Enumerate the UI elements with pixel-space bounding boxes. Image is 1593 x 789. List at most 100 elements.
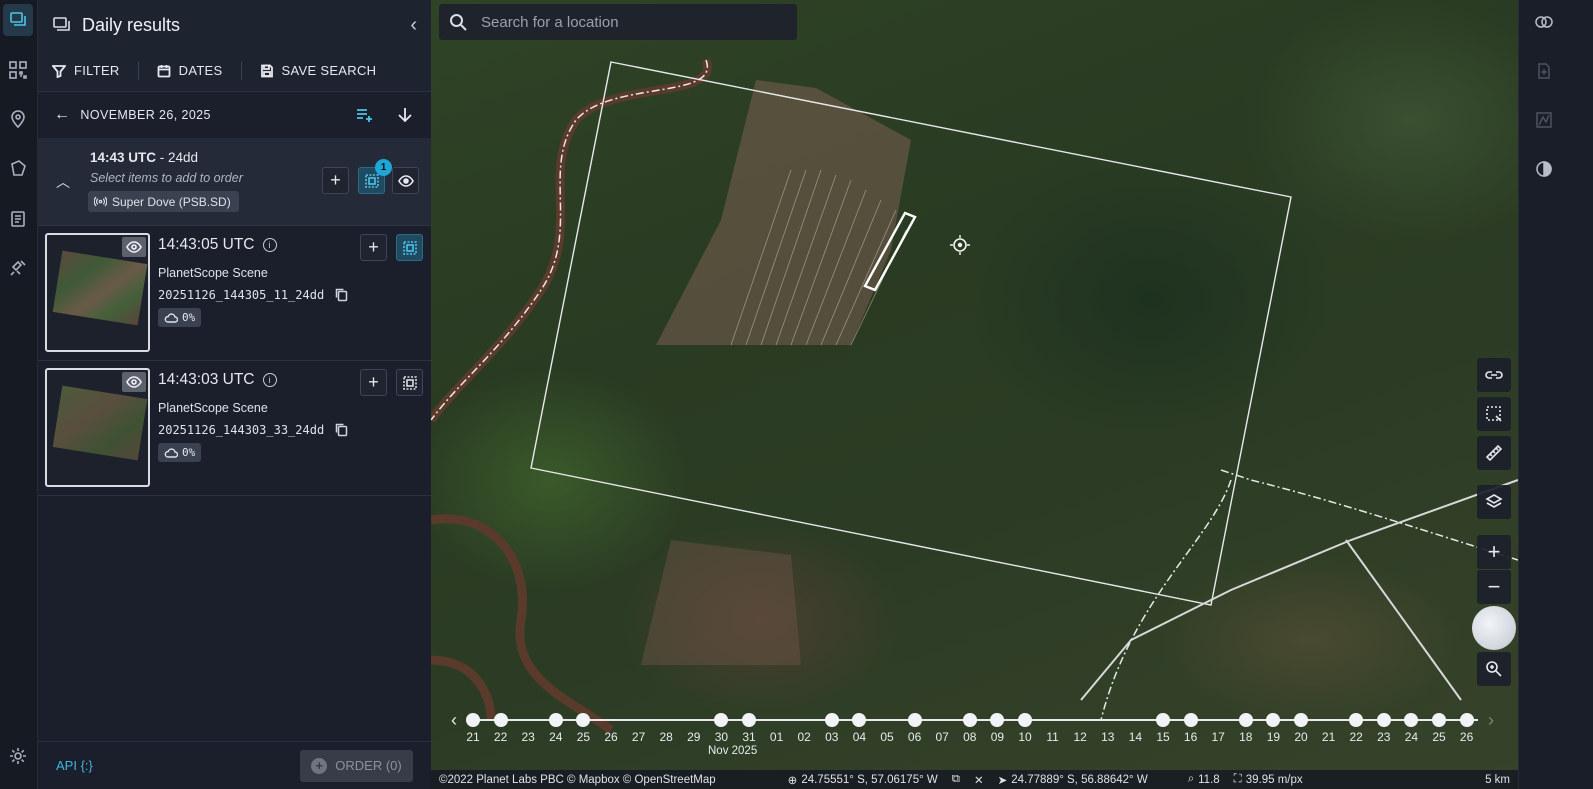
compare-icon[interactable] — [1530, 8, 1558, 36]
timeline-date-dot[interactable] — [824, 713, 839, 727]
timeline-date-dot[interactable] — [1376, 713, 1391, 727]
timeline-day-label[interactable]: 16 — [1184, 730, 1197, 744]
timeline-day-label[interactable]: 18 — [1239, 730, 1252, 744]
qr-grid-nav-icon[interactable] — [3, 54, 33, 86]
timeline-day-label[interactable]: 17 — [1212, 730, 1225, 744]
order-button[interactable]: + ORDER (0) — [300, 749, 413, 782]
api-link[interactable]: API {:} — [56, 758, 93, 773]
timeline-day-label[interactable]: 03 — [825, 730, 838, 744]
contrast-icon[interactable] — [1530, 155, 1558, 183]
timeline-day-label[interactable]: 24 — [1405, 730, 1418, 744]
add-scene-button[interactable]: + — [360, 234, 387, 261]
timeline-day-label[interactable]: 21 — [466, 730, 479, 744]
timeline-day-label[interactable]: 22 — [494, 730, 507, 744]
timeline-day-label[interactable]: 11 — [1046, 730, 1058, 744]
map-view[interactable]: + − ‹ › 21 22 23 24 25 26 27 28 29 30 31 01 02 03 04 05… — [431, 0, 1518, 789]
add-scene-button[interactable]: + — [360, 369, 387, 396]
timeline-date-dot[interactable] — [1432, 713, 1446, 727]
timeline-day-label[interactable]: 29 — [687, 730, 700, 744]
timeline-day-label[interactable]: 10 — [1018, 730, 1031, 744]
timeline-day-label[interactable]: 26 — [604, 730, 617, 744]
filter-button[interactable]: FILTER — [52, 63, 120, 78]
timeline-day-label[interactable]: 25 — [577, 730, 590, 744]
timeline-day-label[interactable]: 28 — [660, 730, 673, 744]
timeline-day-label[interactable]: 13 — [1101, 730, 1114, 744]
timeline-day-label[interactable]: 06 — [908, 730, 921, 744]
timeline-day-label[interactable]: 01 — [770, 730, 783, 744]
share-link-button[interactable] — [1477, 358, 1511, 392]
timeline-next-icon[interactable]: › — [1488, 710, 1494, 731]
results-nav-icon[interactable] — [3, 4, 33, 36]
timeline-day-label[interactable]: 19 — [1267, 730, 1280, 744]
timeline-day-label[interactable]: 09 — [991, 730, 1004, 744]
polygon-nav-icon[interactable] — [3, 152, 33, 184]
timeline-day-label[interactable]: 22 — [1350, 730, 1363, 744]
thumbnail-eye-icon[interactable] — [122, 237, 146, 257]
timeline-date-dot[interactable] — [990, 713, 1005, 727]
timeline-day-label[interactable]: 02 — [798, 730, 811, 744]
timeline-date-dot[interactable] — [1349, 713, 1364, 727]
timeline-prev-icon[interactable]: ‹ — [451, 710, 457, 731]
timeline-date-dot[interactable] — [1266, 713, 1281, 727]
sort-down-arrow-icon[interactable] — [395, 105, 415, 125]
copy-icon[interactable] — [334, 287, 349, 302]
scene-item[interactable]: 14:43:05 UTC i PlanetScope Scene 2025112… — [38, 226, 431, 361]
timeline-date-dot[interactable] — [1404, 713, 1419, 727]
zoom-in-button[interactable]: + — [1477, 535, 1511, 569]
timeline-day-label[interactable]: 21 — [1322, 730, 1335, 744]
draw-area-button[interactable] — [1477, 397, 1511, 431]
timeline-day-label[interactable]: 23 — [522, 730, 535, 744]
timeline-date-dot[interactable] — [852, 713, 867, 727]
zoom-to-button[interactable] — [1477, 652, 1511, 686]
timeline-date-dot[interactable] — [548, 713, 563, 727]
timeline-day-label[interactable]: 14 — [1129, 730, 1142, 744]
timeline-date-dot[interactable] — [714, 713, 729, 727]
timeline-day-label[interactable]: 31 — [742, 730, 755, 744]
timeline-day-label[interactable]: 27 — [632, 730, 645, 744]
timeline-date-dot[interactable] — [1018, 713, 1032, 727]
timeline-date-dot[interactable] — [907, 713, 922, 727]
timeline-day-label[interactable]: 12 — [1074, 730, 1087, 744]
save-search-button[interactable]: SAVE SEARCH — [260, 63, 377, 78]
timeline-day-label[interactable]: 07 — [936, 730, 949, 744]
timeline-day-label[interactable]: 04 — [853, 730, 866, 744]
scene-item[interactable]: 14:43:03 UTC i PlanetScope Scene 2025112… — [38, 361, 431, 496]
settings-gear-icon[interactable] — [3, 740, 33, 772]
back-arrow-icon[interactable]: ← — [54, 106, 70, 124]
thumbnail-eye-icon[interactable] — [122, 372, 146, 392]
measure-button[interactable] — [1477, 436, 1511, 470]
timeline-day-label[interactable]: 24 — [549, 730, 562, 744]
select-scene-button[interactable] — [396, 369, 423, 396]
chart-icon[interactable] — [1530, 106, 1558, 134]
timeline-date-dot[interactable] — [1156, 713, 1170, 727]
timeline-date-dot[interactable] — [576, 713, 591, 727]
clear-icon[interactable]: ✕ — [974, 773, 984, 787]
timeline-day-label[interactable]: 20 — [1294, 730, 1307, 744]
timeline-date-dot[interactable] — [1459, 713, 1474, 727]
info-icon[interactable]: i — [262, 373, 277, 387]
export-icon[interactable] — [1530, 57, 1558, 85]
scene-thumbnail[interactable] — [45, 368, 150, 487]
timeline-date-dot[interactable] — [1183, 713, 1198, 727]
copy-coords-icon[interactable]: ⧉ — [952, 773, 960, 786]
timeline-day-label[interactable]: 30 — [715, 730, 728, 744]
timeline-date-dot[interactable] — [1238, 713, 1253, 727]
group-add-button[interactable]: + — [322, 167, 349, 194]
timeline-day-label[interactable]: 25 — [1432, 730, 1445, 744]
scene-thumbnail[interactable] — [45, 233, 150, 352]
layers-button[interactable] — [1477, 485, 1511, 519]
info-icon[interactable]: i — [262, 238, 277, 252]
collapse-panel-chevron-icon[interactable]: ‹ — [410, 14, 417, 37]
timeline-date-dot[interactable] — [962, 713, 977, 727]
timeline-date-dot[interactable] — [1294, 713, 1308, 727]
timeline-day-label[interactable]: 15 — [1156, 730, 1169, 744]
document-nav-icon[interactable] — [3, 203, 33, 235]
dates-button[interactable]: DATES — [157, 63, 223, 78]
satellite-nav-icon[interactable] — [3, 252, 33, 284]
timeline-date-dot[interactable] — [742, 713, 756, 727]
timeline-day-label[interactable]: 23 — [1377, 730, 1390, 744]
globe-minimap[interactable] — [1472, 606, 1516, 650]
date-timeline[interactable]: ‹ › 21 22 23 24 25 26 27 28 29 30 31 01 02 03 04 05 06 07… — [431, 708, 1518, 770]
copy-icon[interactable] — [334, 422, 349, 437]
group-visibility-button[interactable] — [392, 167, 419, 194]
